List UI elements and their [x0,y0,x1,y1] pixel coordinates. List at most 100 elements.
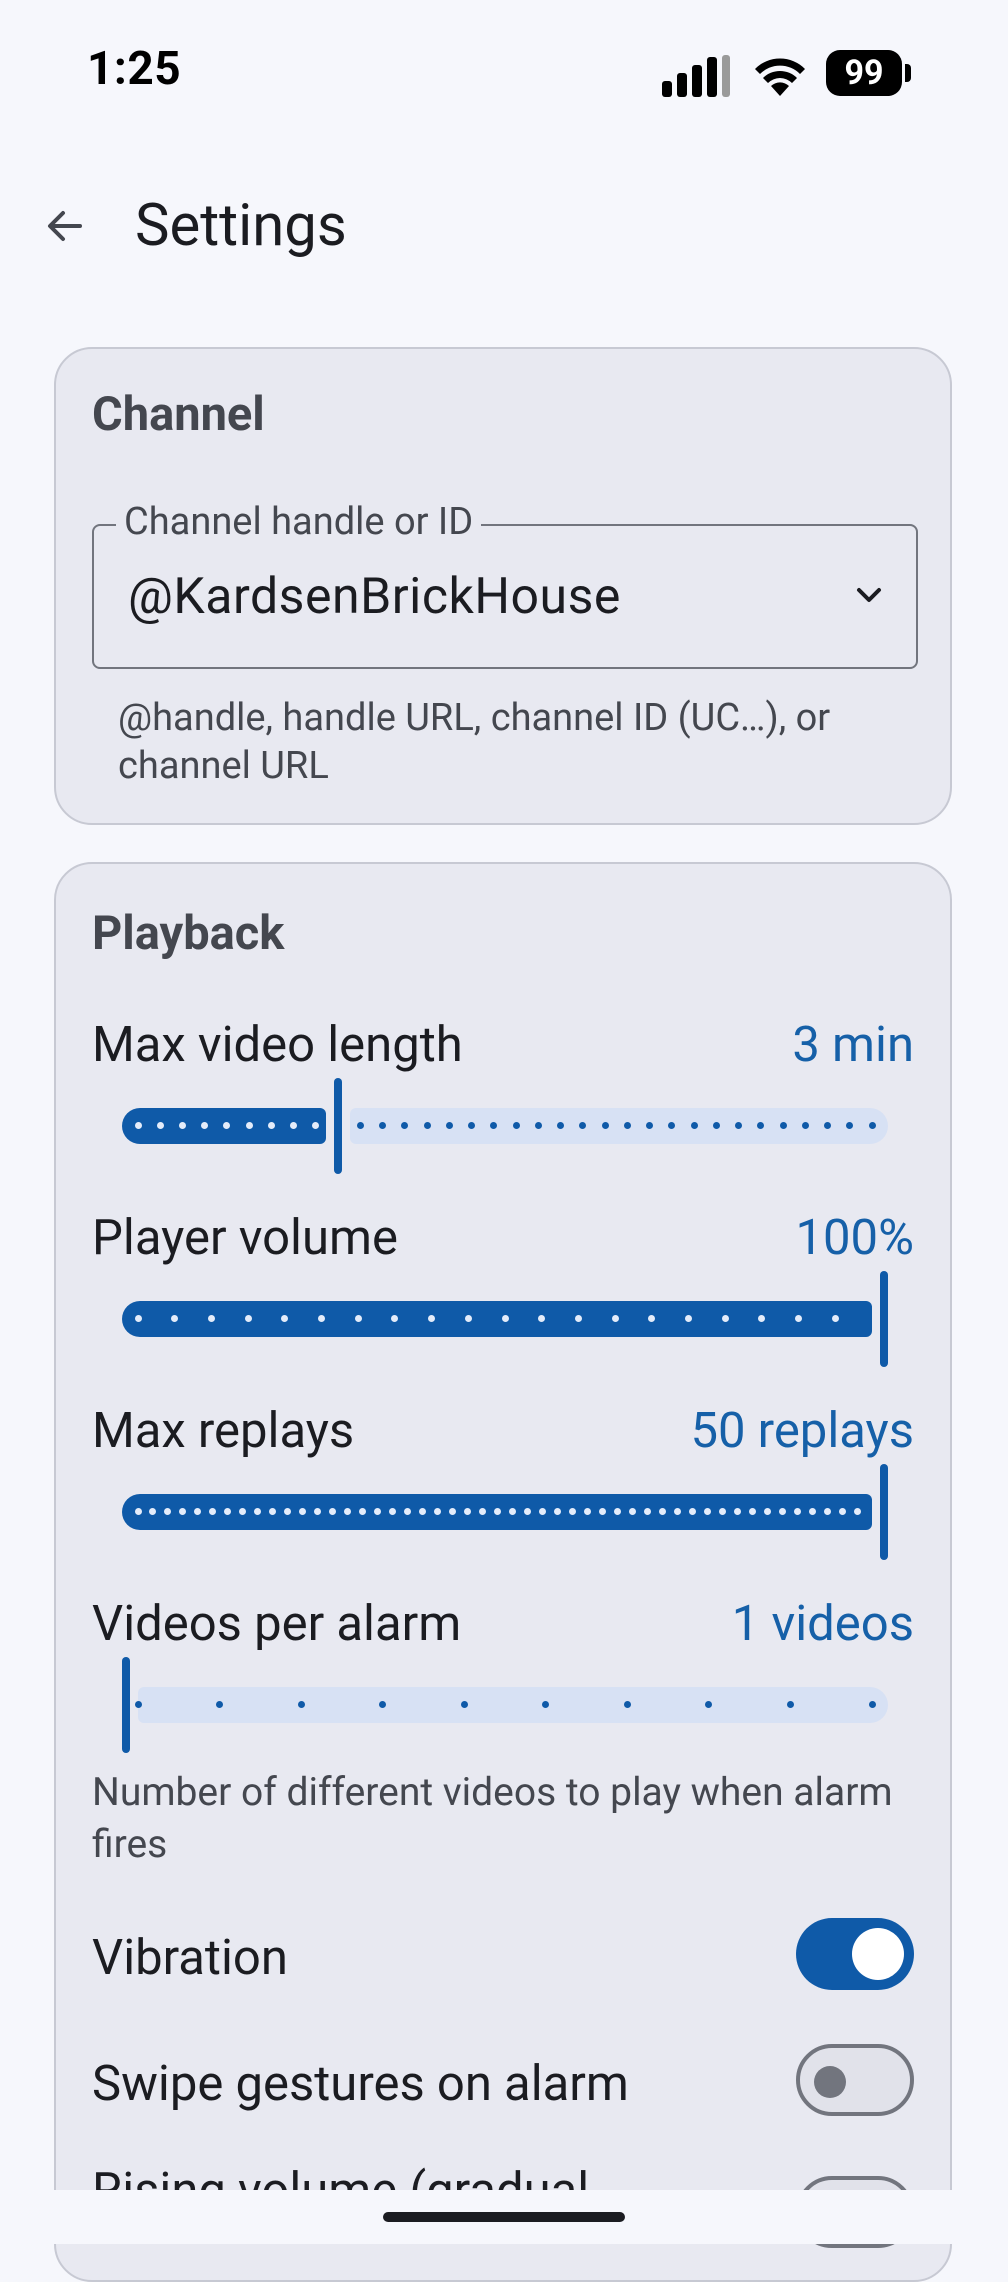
slider-tick [690,1122,698,1129]
player-volume-label: Player volume [92,1209,398,1266]
slider-tick [712,1122,720,1129]
slider-tick [688,1508,696,1515]
slider-tick [244,1315,252,1322]
slider-tick [216,1701,224,1708]
slider-tick [721,1315,729,1322]
slider-tick [538,1508,546,1515]
slider-thumb[interactable] [334,1078,342,1174]
status-bar: 1:25 99 [0,0,1008,150]
channel-card: Channel Channel handle or ID @KardsenBri… [54,347,952,825]
slider-tick [583,1508,591,1515]
channel-field-value[interactable]: @KardsenBrickHouse [128,568,621,626]
home-indicator[interactable] [383,2212,625,2222]
player-volume-slider[interactable] [122,1271,888,1367]
slider-tick [623,1701,631,1708]
cellular-signal-icon [662,55,730,97]
back-button[interactable] [36,198,92,254]
playback-card: Playback Max video length 3 min Player v… [54,862,952,2282]
slider-tick [779,1122,787,1129]
videos-per-alarm-value: 1 videos [731,1595,914,1652]
battery-level: 99 [826,50,902,96]
videos-per-alarm-slider[interactable] [122,1657,888,1753]
channel-section-title: Channel [92,387,265,442]
vibration-label: Vibration [92,1929,288,1986]
max-video-length-label: Max video length [92,1016,463,1073]
slider-tick [646,1122,654,1129]
page-title: Settings [135,192,347,260]
chevron-down-icon[interactable] [852,578,886,612]
max-replays-slider[interactable] [122,1464,888,1560]
slider-tick [685,1315,692,1322]
slider-tick [318,1315,325,1322]
videos-per-alarm-label: Videos per alarm [92,1595,462,1652]
max-video-length-slider[interactable] [122,1078,888,1174]
slider-tick [735,1122,743,1129]
slider-tick [297,1701,305,1708]
slider-tick [823,1508,831,1515]
slider-tick [824,1122,831,1129]
slider-tick [601,1122,609,1129]
status-time: 1:25 [87,42,182,96]
slider-tick [512,1122,520,1129]
battery-icon: 99 [826,50,912,96]
slider-tick [703,1508,711,1515]
slider-tick [673,1508,681,1515]
slider-tick [801,1122,809,1129]
max-replays-label: Max replays [92,1402,355,1459]
slider-tick [356,1122,364,1129]
slider-tick [178,1122,186,1129]
slider-tick [831,1315,839,1322]
slider-tick [718,1508,726,1515]
slider-tick [423,1122,431,1129]
slider-tick [134,1701,142,1708]
max-video-length-value: 3 min [792,1016,914,1073]
slider-thumb[interactable] [880,1271,888,1367]
slider-tick [464,1315,472,1322]
slider-tick [445,1122,453,1129]
slider-tick [245,1122,253,1129]
slider-tick [643,1508,651,1515]
slider-tick [778,1508,786,1515]
slider-tick [267,1122,275,1129]
swipe-gestures-label: Swipe gestures on alarm [92,2055,629,2112]
slider-tick [868,1701,876,1708]
slider-tick [134,1508,142,1515]
slider-tick [501,1315,509,1322]
slider-tick [534,1122,542,1129]
wifi-icon [755,58,805,96]
slider-tick [574,1315,582,1322]
slider-tick [793,1508,801,1515]
slider-tick [460,1701,468,1708]
slider-tick [733,1508,741,1515]
slider-tick [508,1508,516,1515]
arrow-back-icon [48,211,82,241]
slider-tick [553,1508,561,1515]
slider-tick [658,1508,666,1515]
app-bar: Settings [0,180,1008,270]
toggle-knob [852,1928,904,1980]
slider-tick [748,1508,756,1515]
slider-tick [598,1508,606,1515]
slider-tick [613,1508,621,1515]
slider-tick [611,1315,619,1322]
slider-tick [786,1701,794,1708]
slider-tick [464,1508,472,1515]
slider-thumb[interactable] [122,1657,130,1753]
slider-tick [868,1122,876,1129]
channel-handle-field[interactable]: Channel handle or ID @KardsenBrickHouse [92,500,918,669]
slider-thumb[interactable] [880,1464,888,1560]
slider-tick [134,1122,142,1129]
vibration-toggle[interactable] [796,1918,914,1990]
slider-tick [838,1508,846,1515]
slider-tick [134,1315,142,1322]
videos-per-alarm-description: Number of different videos to play when … [92,1769,893,1867]
playback-section-title: Playback [92,906,285,961]
slider-tick [568,1508,576,1515]
toggle-knob [814,2066,846,2098]
swipe-gestures-toggle[interactable] [796,2044,914,2116]
slider-tick [808,1508,816,1515]
slider-tick [479,1508,487,1515]
slider-tick [628,1508,636,1515]
slider-tick [207,1315,215,1322]
slider-tick [354,1315,362,1322]
